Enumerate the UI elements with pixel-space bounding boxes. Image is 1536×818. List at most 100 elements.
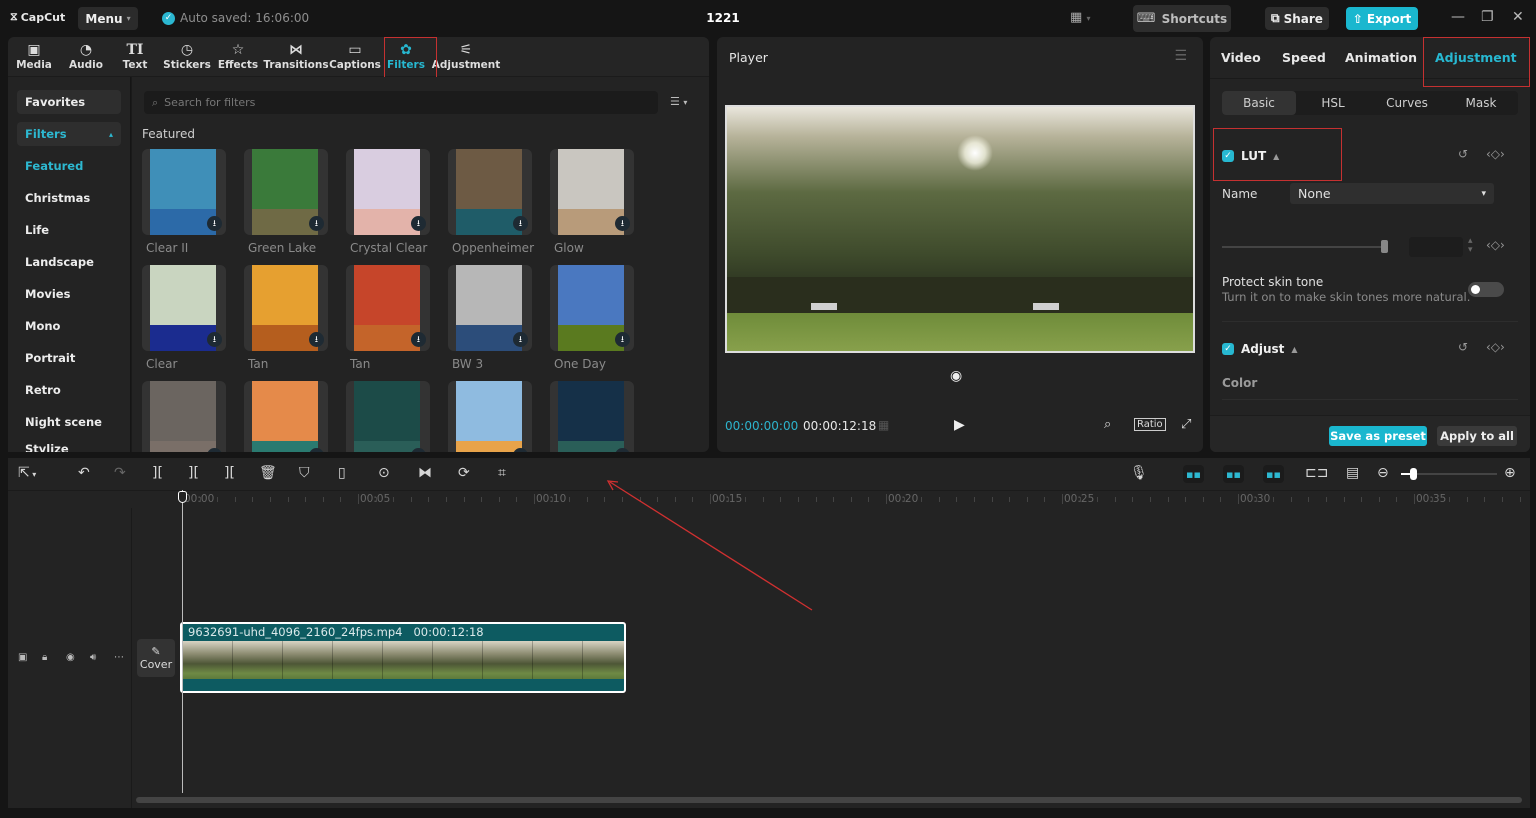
crop-icon[interactable]: ⌗ [498,465,506,481]
tool-transitions[interactable]: ⋈ Transitions [263,39,328,75]
timecode-grid-icon[interactable]: ▦ [878,418,889,432]
category-night-scene[interactable]: Night scene [17,410,121,434]
adjust-checkbox[interactable]: ✓ [1222,343,1234,355]
cover-button[interactable]: ✎ Cover [137,639,175,677]
category-featured[interactable]: Featured [17,154,121,178]
tool-media[interactable]: ▣ Media [16,39,52,75]
category-retro[interactable]: Retro [17,378,121,402]
filter-card[interactable]: ⭳ [346,381,430,452]
split-icon[interactable]: ][ [152,465,163,481]
more-icon[interactable]: ⋯ [114,652,124,663]
undo-icon[interactable]: ↶ [78,465,90,481]
player-menu-icon[interactable]: ☰ [1174,48,1187,64]
filter-card[interactable]: ⭳ [448,265,532,351]
download-icon[interactable]: ⭳ [513,448,528,452]
play-button[interactable]: ▶ [954,417,965,433]
filter-card[interactable]: ⭳ [550,381,634,452]
download-icon[interactable]: ⭳ [309,216,324,231]
category-favorites[interactable]: Favorites [17,90,121,114]
download-icon[interactable]: ⭳ [411,448,426,452]
adjust-section-header[interactable]: ✓ Adjust ▲ [1222,342,1298,356]
rotate-camera-icon[interactable]: ◉ [950,368,962,384]
filter-card[interactable]: ⭳ [550,265,634,351]
eye-icon[interactable]: ◉ [66,652,75,663]
redo-icon[interactable]: ↷ [114,465,126,481]
filter-search-input[interactable]: ⌕ Search for filters [144,91,658,114]
download-icon[interactable]: ⭳ [309,448,324,452]
timeline-ruler[interactable]: 00:0000:0500:1000:1500:2000:2500:3000:35 [8,490,1530,508]
maximize-button[interactable]: ❐ [1481,9,1494,25]
filter-card[interactable]: ⭳ [244,381,328,452]
download-icon[interactable]: ⭳ [615,332,630,347]
category-landscape[interactable]: Landscape [17,250,121,274]
apply-to-all-button[interactable]: Apply to all [1437,426,1517,446]
microphone-icon[interactable]: 🎙 [1130,465,1148,481]
download-icon[interactable]: ⭳ [207,448,222,452]
auto-snap-icon[interactable]: ▪▪ [1223,465,1244,483]
category-movies[interactable]: Movies [17,282,121,306]
split-right-icon[interactable]: ][ [224,465,235,481]
reset-icon[interactable]: ↺ [1458,147,1468,161]
category-mono[interactable]: Mono [17,314,121,338]
filter-card[interactable]: ⭳ [244,265,328,351]
filter-card[interactable]: ⭳ [448,381,532,452]
volume-icon[interactable]: 🔊︎ [90,652,96,663]
lut-intensity-input[interactable] [1409,237,1463,257]
lut-section-header[interactable]: ✓ LUT ▲ [1222,149,1279,163]
filter-card[interactable]: ⭳ [448,149,532,235]
stepper-icon[interactable]: ▴ ▾ [1468,237,1473,255]
export-button[interactable]: ⇧ Export [1346,7,1418,30]
subtab-curves[interactable]: Curves [1370,91,1444,115]
tool-text[interactable]: TI Text [119,39,151,75]
filter-card[interactable]: ⭳ [550,149,634,235]
subtab-basic[interactable]: Basic [1222,91,1296,115]
minimize-button[interactable]: — [1451,9,1465,25]
rotate-icon[interactable]: ⟳ [458,465,470,481]
download-icon[interactable]: ⭳ [615,448,630,452]
download-icon[interactable]: ⭳ [513,332,528,347]
video-preview[interactable] [725,105,1195,353]
close-button[interactable]: ✕ [1512,9,1524,25]
shortcuts-button[interactable]: ⌨ Shortcuts [1133,5,1231,32]
tab-animation[interactable]: Animation [1345,50,1417,65]
timeline-zoom-thumb[interactable] [1409,468,1417,480]
filter-card[interactable]: ⭳ [142,149,226,235]
reset-icon[interactable]: ↺ [1458,340,1468,354]
playhead-handle[interactable] [178,491,187,503]
download-icon[interactable]: ⭳ [513,216,528,231]
marker-icon[interactable]: ⛉ [299,465,310,481]
keyframe-icon[interactable]: ‹◇› [1486,340,1505,354]
category-christmas[interactable]: Christmas [17,186,121,210]
main-track-magnet-icon[interactable]: ▪▪ [1183,465,1204,483]
layout-button[interactable]: ▦ ▾ [1070,10,1090,25]
tab-speed[interactable]: Speed [1282,50,1326,65]
tool-adjustment[interactable]: ⚟ Adjustment [432,39,501,75]
download-icon[interactable]: ⭳ [411,332,426,347]
protect-skin-toggle[interactable] [1468,282,1504,297]
subtab-mask[interactable]: Mask [1444,91,1518,115]
download-icon[interactable]: ⭳ [411,216,426,231]
category-portrait[interactable]: Portrait [17,346,121,370]
tool-stickers[interactable]: ◷ Stickers [163,39,211,75]
lut-checkbox[interactable]: ✓ [1222,150,1234,162]
download-icon[interactable]: ⭳ [207,216,222,231]
track-thumbnail-icon[interactable]: ▣ [18,652,27,663]
zoom-fit-icon[interactable]: ⌕ [1104,417,1111,432]
filter-card[interactable]: ⭳ [142,265,226,351]
freeze-icon[interactable]: ▯ [338,465,346,481]
reverse-icon[interactable]: ⊙ [378,465,390,481]
filter-card[interactable]: ⭳ [142,381,226,452]
delete-icon[interactable]: 🗑 [259,465,277,481]
split-left-icon[interactable]: ][ [188,465,199,481]
fullscreen-icon[interactable]: ⤢ [1181,417,1191,432]
split-preview-icon[interactable]: ⊏⊐ [1305,465,1328,481]
tool-audio[interactable]: ◔ Audio [66,39,106,75]
sort-filter-button[interactable]: ☰ ▾ [670,95,687,108]
project-title[interactable]: 1221 [700,11,746,25]
filter-card[interactable]: ⭳ [346,265,430,351]
category-life[interactable]: Life [17,218,121,242]
subtab-hsl[interactable]: HSL [1296,91,1370,115]
download-icon[interactable]: ⭳ [615,216,630,231]
zoom-in-icon[interactable]: ⊕ [1504,465,1516,481]
save-as-preset-button[interactable]: Save as preset [1329,426,1427,446]
